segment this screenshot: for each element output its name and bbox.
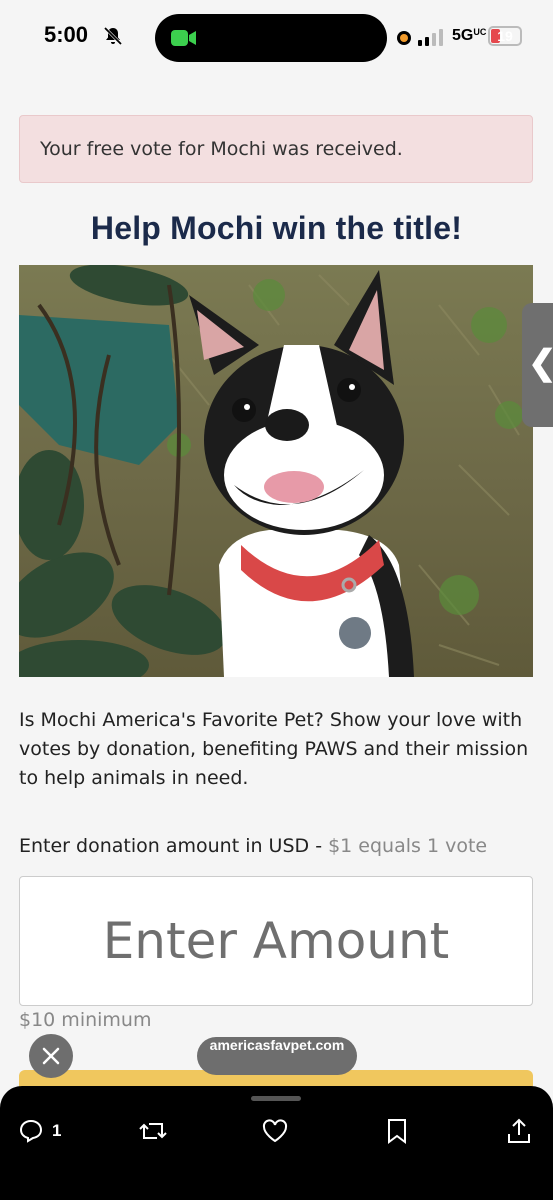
video-camera-icon [171, 30, 196, 46]
page-title: Help Mochi win the title! [90, 210, 463, 246]
reply-count: 1 [52, 1121, 62, 1140]
dynamic-island [155, 14, 387, 62]
bookmark-icon [388, 1119, 406, 1144]
pet-photo [19, 265, 533, 677]
close-browser-button[interactable] [29, 1034, 73, 1078]
url-pill[interactable]: americasfavpet.com [197, 1037, 357, 1075]
like-action[interactable] [261, 1116, 289, 1146]
cellular-signal-icon [418, 29, 443, 46]
repost-action[interactable] [138, 1116, 168, 1146]
alert-text: Your free vote for Mochi was received. [40, 138, 403, 160]
heart-icon [262, 1119, 288, 1143]
bell-muted-icon [103, 26, 123, 46]
dog-image [19, 265, 533, 677]
minimum-note: $10 minimum [19, 1009, 152, 1031]
share-icon [508, 1118, 530, 1143]
donation-hint: $1 equals 1 vote [328, 835, 488, 857]
repost-icon [139, 1123, 167, 1139]
donation-label: Enter donation amount in USD - $1 equals… [19, 835, 487, 857]
battery-level: 19 [497, 28, 513, 44]
reply-action[interactable]: 1 [18, 1116, 61, 1146]
share-action[interactable] [506, 1116, 532, 1146]
bookmark-action[interactable] [385, 1116, 409, 1146]
network-type: 5GUC [452, 27, 487, 44]
close-icon [42, 1047, 60, 1065]
donation-label-text: Enter donation amount in USD - [19, 835, 329, 857]
bottom-action-bar: 1 [0, 1086, 553, 1200]
status-bar: 5:00 5GUC 19 [0, 0, 553, 80]
drag-handle[interactable] [251, 1096, 301, 1101]
battery-icon: 19 [488, 26, 522, 46]
donation-amount-input[interactable] [19, 876, 533, 1006]
recording-indicator-icon [397, 31, 411, 45]
clock: 5:00 [44, 22, 89, 47]
vote-received-alert: Your free vote for Mochi was received. [19, 115, 533, 183]
side-panel-tab[interactable]: ❮ [522, 303, 553, 427]
reply-icon [19, 1119, 43, 1143]
description-text: Is Mochi America's Favorite Pet? Show yo… [19, 709, 529, 789]
chevron-left-icon: ❮ [528, 343, 553, 383]
